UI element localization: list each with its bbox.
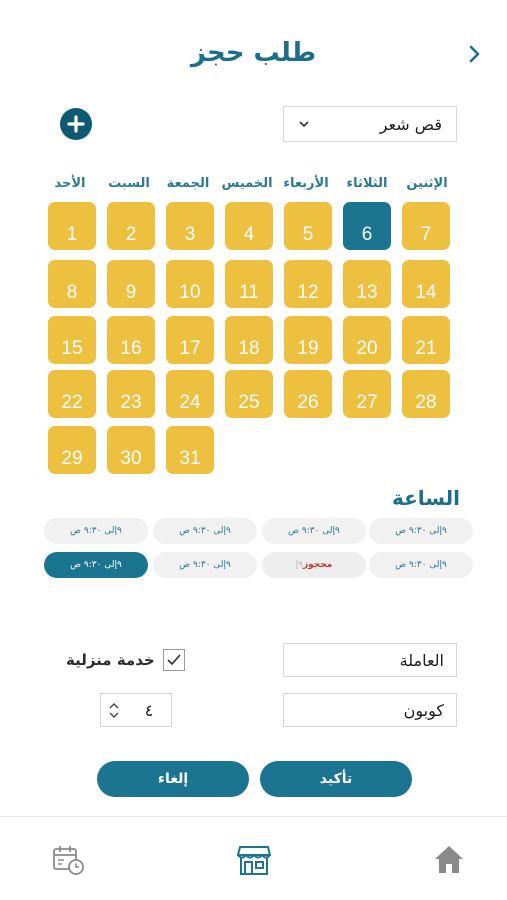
- nav-store[interactable]: [237, 843, 271, 877]
- calendar-day[interactable]: 28: [402, 370, 450, 418]
- calendar-day[interactable]: 8: [48, 260, 96, 308]
- calendar-day[interactable]: 25: [225, 370, 273, 418]
- worker-field[interactable]: العاملة: [283, 643, 457, 677]
- calendar-day[interactable]: 29: [48, 426, 96, 474]
- time-slot[interactable]: ٩إلى ٩:٣٠ ص: [262, 518, 366, 544]
- calendar-day[interactable]: 21: [402, 316, 450, 364]
- store-icon: [237, 846, 271, 875]
- calendar-day[interactable]: 31: [166, 426, 214, 474]
- quantity-value: ٤: [144, 700, 154, 720]
- calendar-day[interactable]: 17: [166, 316, 214, 364]
- calendar-day[interactable]: 3: [166, 202, 214, 250]
- calendar-day[interactable]: 22: [48, 370, 96, 418]
- calendar-day[interactable]: 27: [343, 370, 391, 418]
- hours-title: الساعة: [391, 486, 460, 510]
- stepper-arrows[interactable]: [101, 702, 127, 718]
- cancel-button[interactable]: إلغاء: [97, 761, 249, 797]
- calendar-day[interactable]: 19: [284, 316, 332, 364]
- calendar-day[interactable]: 6: [343, 202, 391, 250]
- confirm-button[interactable]: تأكيد: [260, 761, 412, 797]
- nav-bookings[interactable]: [52, 843, 86, 877]
- calendar-grid: 1 2 3 4 5 6 7 8 9 10 11 12 13 14 15 16 17 18 19 20 21 22 23 24 2…: [0, 0, 507, 480]
- reserved-label: محجوز: [302, 560, 333, 570]
- bottom-nav-divider: [0, 816, 507, 817]
- calendar-day[interactable]: 11: [225, 260, 273, 308]
- time-slot[interactable]: ٩إلى ٩:٣٠ ص: [369, 518, 473, 544]
- calendar-day[interactable]: 16: [107, 316, 155, 364]
- time-slot-reserved[interactable]: ٩إ محجوز: [262, 552, 366, 578]
- time-slot[interactable]: ٩إلى ٩:٣٠ ص: [44, 518, 148, 544]
- calendar-day[interactable]: 10: [166, 260, 214, 308]
- calendar-day[interactable]: 2: [107, 202, 155, 250]
- calendar-day[interactable]: 12: [284, 260, 332, 308]
- chevron-down-icon[interactable]: [109, 712, 119, 718]
- home-icon: [435, 846, 463, 873]
- time-slot[interactable]: ٩إلى ٩:٣٠ ص: [153, 518, 257, 544]
- calendar-clock-icon: [53, 846, 84, 875]
- calendar-day[interactable]: 7: [402, 202, 450, 250]
- home-service-checkbox[interactable]: [162, 649, 185, 671]
- calendar-day[interactable]: 13: [343, 260, 391, 308]
- calendar-day[interactable]: 30: [107, 426, 155, 474]
- calendar-day[interactable]: 23: [107, 370, 155, 418]
- nav-home[interactable]: [432, 843, 466, 877]
- quantity-stepper[interactable]: ٤: [100, 693, 172, 727]
- time-slot-text: ٩إ: [295, 560, 303, 570]
- time-slot[interactable]: ٩إلى ٩:٣٠ ص: [153, 552, 257, 578]
- calendar-day[interactable]: 18: [225, 316, 273, 364]
- home-service-label: خدمة منزلية: [66, 651, 155, 669]
- chevron-up-icon[interactable]: [109, 702, 119, 709]
- calendar-day[interactable]: 14: [402, 260, 450, 308]
- calendar-day[interactable]: 4: [225, 202, 273, 250]
- calendar-day[interactable]: 26: [284, 370, 332, 418]
- checkmark-icon: [167, 654, 181, 666]
- time-slot[interactable]: ٩إلى ٩:٣٠ ص: [369, 552, 473, 578]
- calendar-day[interactable]: 9: [107, 260, 155, 308]
- time-slot[interactable]: ٩إلى ٩:٣٠ ص: [44, 552, 148, 578]
- home-service-option[interactable]: خدمة منزلية: [66, 648, 185, 672]
- calendar-day[interactable]: 15: [48, 316, 96, 364]
- calendar-day[interactable]: 20: [343, 316, 391, 364]
- calendar-day[interactable]: 24: [166, 370, 214, 418]
- calendar-day[interactable]: 5: [284, 202, 332, 250]
- calendar-day[interactable]: 1: [48, 202, 96, 250]
- coupon-field[interactable]: كوبون: [283, 693, 457, 727]
